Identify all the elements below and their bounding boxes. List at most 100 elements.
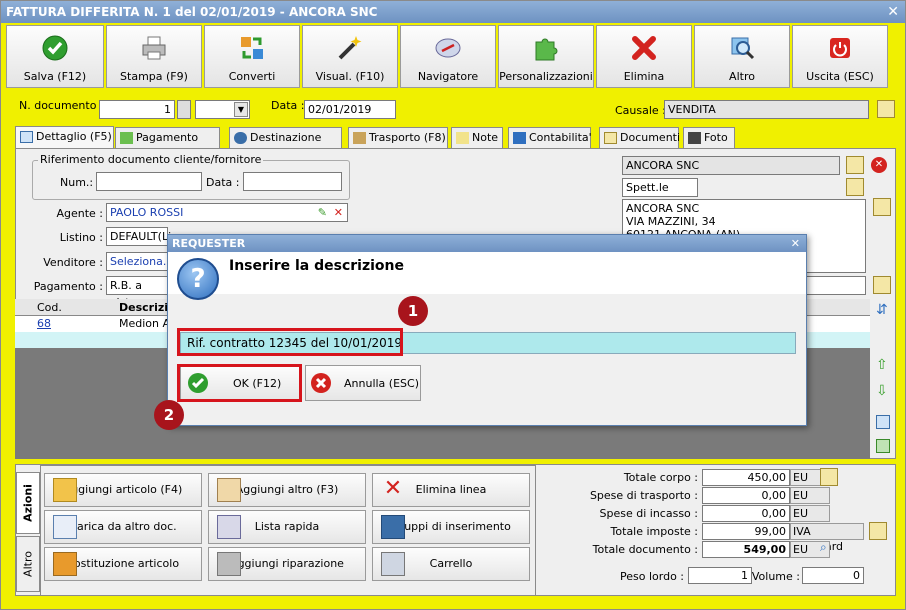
main-window: FATTURA DIFFERITA N. 1 del 02/01/2019 - …: [0, 0, 906, 610]
dialog-title: REQUESTER: [172, 237, 246, 250]
volume-value: 0: [802, 567, 864, 584]
add-repair-button[interactable]: Aggiungi riparazione: [208, 547, 366, 581]
tab-destinazione[interactable]: Destinazione (F7): [229, 127, 342, 164]
folder-icon[interactable]: [877, 100, 895, 118]
globe-icon: [234, 132, 247, 144]
shipping-cost-label: Spese di trasporto :: [589, 489, 698, 502]
customer-name-input[interactable]: ANCORA SNC: [622, 156, 840, 175]
zoom-icon[interactable]: ⌕: [820, 540, 836, 556]
dialog-message: Inserire la descrizione: [229, 258, 404, 274]
total-tax-value: 99,00: [702, 523, 790, 540]
venditore-label: Venditore :: [43, 256, 103, 269]
ledger-icon: [513, 132, 526, 144]
toolbar: Salva (F12) Stampa (F9) Converti Visual.…: [6, 25, 896, 89]
group-add-icon: [381, 515, 405, 539]
cart-button[interactable]: Carrello: [372, 547, 530, 581]
arrow-down-icon[interactable]: ⇩: [876, 383, 890, 401]
doc-number-button[interactable]: [177, 100, 191, 119]
folder-icon[interactable]: [869, 522, 887, 540]
tab-altro[interactable]: Altro: [16, 536, 40, 592]
delete-line-button[interactable]: ✕ Elimina linea: [372, 473, 530, 507]
convert-icon: [241, 37, 263, 59]
tab-trasporto[interactable]: Trasporto (F8): [348, 127, 448, 149]
doc-number-input[interactable]: [99, 100, 175, 119]
chevron-down-icon: ▼: [234, 102, 248, 117]
tab-contabilita[interactable]: Contabilita': [508, 127, 592, 149]
salutation-input[interactable]: Spett.le: [622, 178, 698, 197]
quick-list-button[interactable]: Lista rapida: [208, 510, 366, 544]
doc-series-select[interactable]: ▼: [195, 100, 250, 119]
save-button[interactable]: Salva (F12): [6, 25, 104, 88]
collection-cost-value: 0,00: [702, 505, 790, 522]
person-search-icon[interactable]: [846, 178, 864, 196]
date-label: Data :: [271, 99, 305, 112]
view-button[interactable]: Visual. (F10): [302, 25, 398, 88]
volume-label: Volume :: [751, 570, 800, 583]
question-icon: ?: [177, 258, 219, 300]
gross-weight-label: Peso lordo :: [620, 570, 684, 583]
title-bar: FATTURA DIFFERITA N. 1 del 02/01/2019 - …: [1, 1, 905, 23]
pagamento-label: Pagamento :: [33, 280, 103, 293]
refresh-row-icon[interactable]: [876, 439, 890, 453]
dialog-header: ? Inserire la descrizione: [168, 252, 806, 300]
move-down-arrow-icon[interactable]: ⇵: [876, 302, 890, 320]
causale-input[interactable]: [664, 100, 869, 119]
total-tax-unit: IVA Standard: [790, 523, 864, 553]
exit-button[interactable]: Uscita (ESC): [792, 25, 888, 88]
highlight-ok-button: [177, 364, 302, 402]
load-from-doc-button[interactable]: Carica da altro doc.: [44, 510, 202, 544]
grid-add-icon: [217, 478, 241, 502]
tab-dettaglio[interactable]: Dettaglio (F5): [15, 126, 114, 150]
tab-note[interactable]: Note: [451, 127, 503, 149]
listino-label: Listino :: [59, 231, 103, 244]
folder-icon[interactable]: [873, 276, 891, 294]
highlight-description: [177, 328, 403, 356]
tab-documenti[interactable]: Documenti: [599, 127, 680, 149]
navigator-button[interactable]: Navigatore: [400, 25, 496, 88]
ref-date-input[interactable]: [243, 172, 342, 191]
cancel-button[interactable]: Annulla (ESC): [305, 365, 421, 401]
insert-groups-button[interactable]: Gruppi di inserimento: [372, 510, 530, 544]
folder-icon[interactable]: [820, 468, 838, 486]
add-article-button[interactable]: Aggiungi articolo (F4): [44, 473, 202, 507]
list-icon: [217, 515, 241, 539]
clear-x-icon[interactable]: ✕: [334, 204, 343, 221]
tab-azioni[interactable]: Azioni: [16, 472, 40, 534]
item-code-link[interactable]: 68: [37, 317, 51, 330]
copy-row-icon[interactable]: [876, 415, 890, 429]
callout-badge: 1: [398, 296, 428, 326]
agente-input[interactable]: PAOLO ROSSI ✎ ✕: [106, 203, 348, 222]
remove-customer-icon[interactable]: ✕: [871, 157, 887, 173]
magic-wand-icon: [338, 36, 362, 60]
num-input[interactable]: [96, 172, 202, 191]
folder-icon: [604, 132, 617, 144]
print-button[interactable]: Stampa (F9): [106, 25, 202, 88]
add-other-button[interactable]: Aggiungi altro (F3): [208, 473, 366, 507]
check-icon: [42, 35, 68, 61]
tab-pagamento[interactable]: Pagamento (F6): [115, 127, 220, 164]
grid-col-code: Cod.: [37, 301, 62, 314]
convert-button[interactable]: Converti: [204, 25, 300, 88]
venditore-input[interactable]: Seleziona...: [106, 252, 173, 271]
date-input[interactable]: [304, 100, 396, 119]
folder-icon[interactable]: [846, 156, 864, 174]
listino-input[interactable]: DEFAULT(Lis: [106, 227, 177, 246]
ref-date-label: Data :: [206, 176, 240, 189]
tab-foto[interactable]: Foto: [683, 127, 735, 149]
delete-button[interactable]: Elimina: [596, 25, 692, 88]
puzzle-icon: [535, 38, 558, 61]
close-window-button[interactable]: ✕: [887, 1, 899, 23]
folder-icon[interactable]: [873, 198, 891, 216]
pagamento-input[interactable]: R.B. a vista: [106, 276, 168, 309]
replace-article-button[interactable]: Sostituzione articolo: [44, 547, 202, 581]
total-document-value: 549,00: [702, 541, 790, 558]
other-button[interactable]: Altro: [694, 25, 790, 88]
num-label: Num.:: [60, 176, 94, 189]
dialog-close-button[interactable]: ✕: [791, 235, 800, 252]
red-x-icon: ✕: [383, 476, 403, 501]
edit-pencil-icon[interactable]: ✎: [318, 204, 327, 221]
customize-button[interactable]: Personalizzazioni: [498, 25, 594, 88]
arrow-up-icon[interactable]: ⇧: [876, 357, 890, 375]
reference-group-label: Riferimento documento cliente/fornitore: [38, 153, 264, 166]
collection-cost-unit: EU: [790, 505, 830, 522]
